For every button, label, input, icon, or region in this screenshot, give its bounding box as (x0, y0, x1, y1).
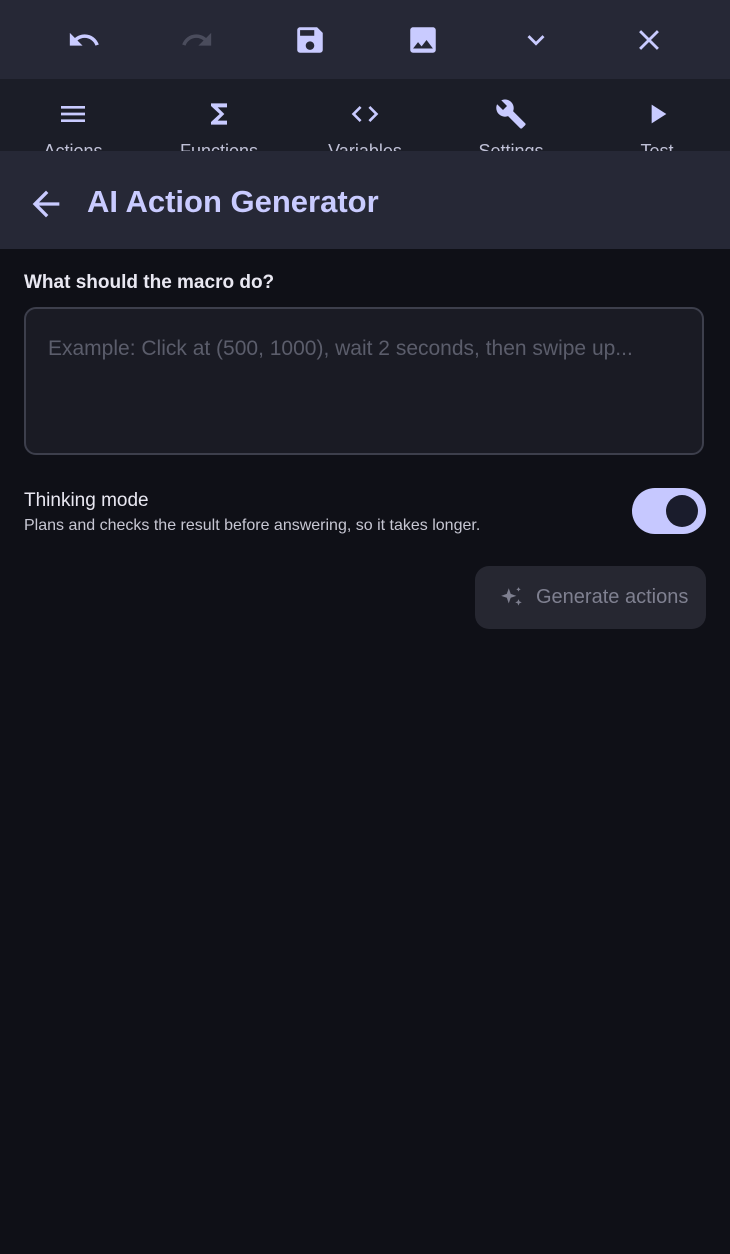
code-icon (351, 106, 379, 122)
prompt-input[interactable]: Example: Click at (500, 1000), wait 2 se… (24, 307, 704, 455)
thinking-mode-label: Thinking mode (24, 490, 149, 511)
page-header: AI Action Generator (0, 151, 730, 249)
prompt-label: What should the macro do? (24, 272, 275, 293)
generate-actions-label: Generate actions (536, 586, 689, 608)
tab-label: Functions (179, 141, 259, 151)
redo-button[interactable] (140, 0, 253, 79)
save-button[interactable] (253, 0, 366, 79)
chevron-down-icon (527, 34, 544, 46)
sigma-icon (211, 103, 227, 125)
close-icon (638, 29, 659, 50)
menu-icon (61, 106, 85, 122)
image-icon (409, 26, 436, 53)
image-button[interactable] (366, 0, 479, 79)
play-icon (651, 104, 667, 124)
back-arrow-icon[interactable] (26, 184, 66, 224)
sparkle-icon (501, 587, 522, 606)
thinking-mode-description: Plans and checks the result before answe… (24, 517, 481, 534)
redo-icon (181, 32, 211, 46)
tab-bar: Actions Functions Variables Settings Tes… (0, 79, 730, 151)
tab-actions[interactable]: Actions (0, 79, 146, 151)
tab-test[interactable]: Test (584, 79, 730, 151)
tab-label: Settings (478, 141, 544, 151)
save-icon (296, 26, 323, 53)
toggle-knob (666, 495, 698, 527)
tab-variables[interactable]: Variables (292, 79, 438, 151)
undo-icon (69, 32, 99, 46)
tab-label: Variables (328, 141, 402, 151)
tab-label: Actions (43, 141, 103, 151)
tab-label: Test (640, 141, 674, 151)
prompt-placeholder: Example: Click at (500, 1000), wait 2 se… (48, 337, 633, 360)
tab-functions[interactable]: Functions (146, 79, 292, 151)
page-title: AI Action Generator (87, 184, 379, 219)
close-button[interactable] (592, 0, 705, 79)
expand-button[interactable] (479, 0, 592, 79)
generate-actions-button[interactable]: Generate actions (475, 566, 706, 629)
top-toolbar (0, 0, 730, 79)
thinking-mode-toggle[interactable] (632, 488, 706, 534)
tab-settings[interactable]: Settings (438, 79, 584, 151)
wrench-icon (496, 99, 526, 129)
undo-button[interactable] (27, 0, 140, 79)
